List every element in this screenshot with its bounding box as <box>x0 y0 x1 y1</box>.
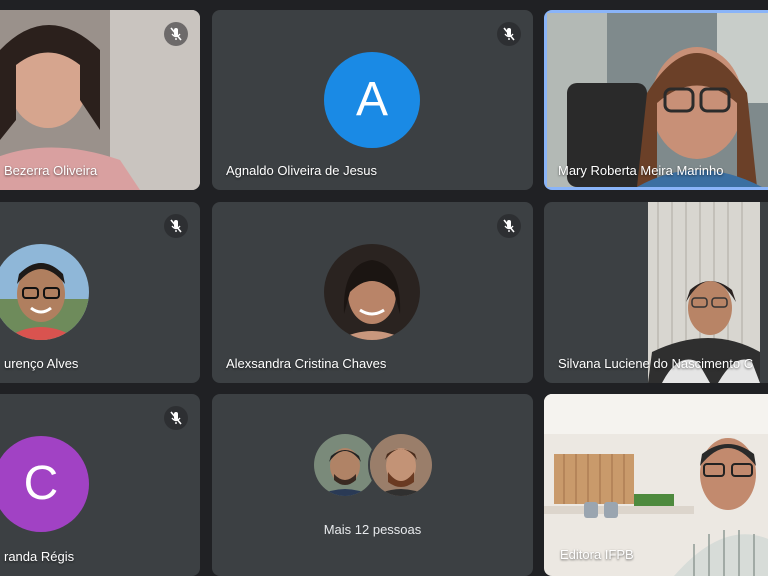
participant-tile[interactable]: Alexsandra Cristina Chaves <box>212 202 533 383</box>
participant-avatar <box>0 244 89 340</box>
overflow-avatar <box>368 432 434 498</box>
participant-avatar: A <box>324 52 420 148</box>
participant-tile[interactable]: urenço Alves <box>0 202 200 383</box>
participant-tile[interactable]: C randa Régis <box>0 394 200 576</box>
participant-name: Mary Roberta Meira Marinho <box>558 163 724 178</box>
participant-tile[interactable]: Bezerra Oliveira <box>0 10 200 190</box>
participant-video <box>547 13 768 187</box>
overflow-label: Mais 12 pessoas <box>323 522 422 537</box>
overflow-tile[interactable]: Mais 12 pessoas <box>212 394 533 576</box>
mic-off-icon <box>170 27 182 41</box>
mute-indicator <box>497 22 521 46</box>
participant-avatar: C <box>0 436 89 532</box>
mic-off-icon <box>170 411 182 425</box>
mic-off-icon <box>170 219 182 233</box>
participant-tile[interactable]: Editora IFPB <box>544 394 768 576</box>
participant-name: Agnaldo Oliveira de Jesus <box>226 163 378 178</box>
participant-name: Editora IFPB <box>560 547 634 562</box>
participant-name: randa Régis <box>4 549 75 564</box>
mic-off-icon <box>503 219 515 233</box>
participant-name: Alexsandra Cristina Chaves <box>226 356 387 371</box>
participant-tile[interactable]: Silvana Luciene do Nascimento C <box>544 202 768 383</box>
participant-tile[interactable]: A Agnaldo Oliveira de Jesus <box>212 10 533 190</box>
mute-indicator <box>497 214 521 238</box>
participant-name: Bezerra Oliveira <box>4 163 98 178</box>
mute-indicator <box>164 22 188 46</box>
mute-indicator <box>164 214 188 238</box>
mic-off-icon <box>503 27 515 41</box>
participant-name: Silvana Luciene do Nascimento C <box>558 356 754 371</box>
participant-avatar <box>324 244 420 340</box>
mute-indicator <box>164 406 188 430</box>
participant-tile[interactable]: Mary Roberta Meira Marinho <box>544 10 768 190</box>
participant-name: urenço Alves <box>4 356 79 371</box>
